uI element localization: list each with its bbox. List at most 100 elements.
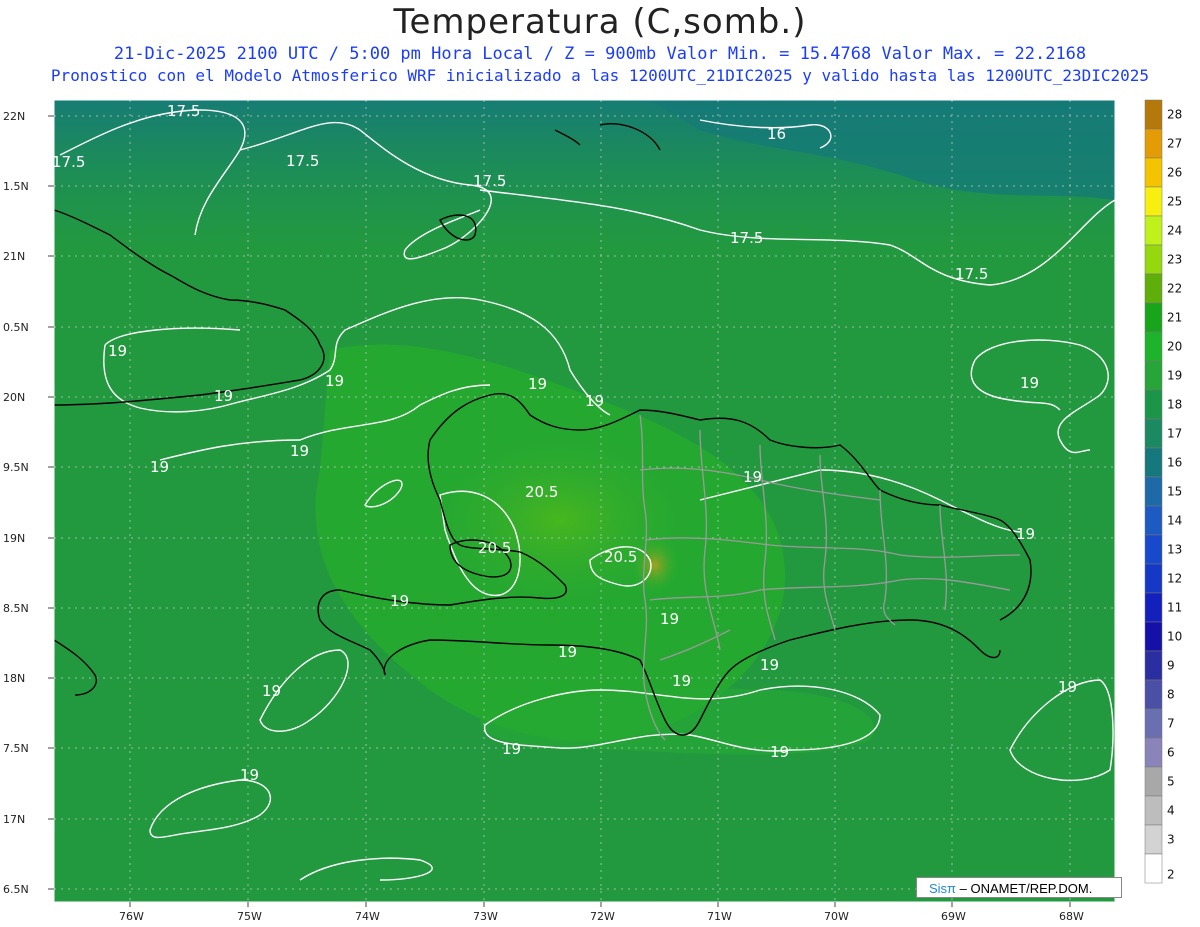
colorbar-label: 4 <box>1167 804 1175 818</box>
colorbar-label: 23 <box>1167 253 1182 267</box>
colorbar-label: 16 <box>1167 456 1182 470</box>
contour-label: 19 <box>240 766 259 784</box>
contour-label: 19 <box>660 610 679 628</box>
colorbar-label: 5 <box>1167 775 1175 789</box>
lat-label: 20N <box>3 391 25 404</box>
colorbar-swatch <box>1144 824 1163 855</box>
contour-label: 16 <box>767 125 786 143</box>
colorbar-label: 11 <box>1167 601 1182 615</box>
lon-label: 72W <box>590 910 615 923</box>
lon-label: 68W <box>1059 910 1084 923</box>
contour-label: 19 <box>760 656 779 674</box>
contour-label: 19 <box>1016 525 1035 543</box>
lon-label: 75W <box>237 910 262 923</box>
colorbar-label: 7 <box>1167 717 1175 731</box>
colorbar-swatch <box>1144 360 1163 391</box>
contour-label: 17.5 <box>730 229 763 247</box>
colorbar-label: 19 <box>1167 369 1182 383</box>
contour-label: 19 <box>214 387 233 405</box>
colorbar-label: 27 <box>1167 137 1182 151</box>
colorbar-swatch <box>1144 215 1163 246</box>
contour-label: 19 <box>1058 678 1077 696</box>
colorbar-label: 21 <box>1167 311 1182 325</box>
contour-label: 17.5 <box>286 152 319 170</box>
colorbar-swatch <box>1144 389 1163 420</box>
contour-label: 19 <box>585 392 604 410</box>
colorbar-label: 12 <box>1167 572 1182 586</box>
colorbar-label: 13 <box>1167 543 1182 557</box>
contour-label: 19 <box>290 442 309 460</box>
lat-label: 21N <box>3 250 25 263</box>
lat-label: 7.5N <box>3 742 29 755</box>
lat-label: 19N <box>3 532 25 545</box>
credit-text: – ONAMET/REP.DOM. <box>959 881 1093 896</box>
colorbar-label: 2 <box>1167 868 1175 882</box>
colorbar-swatch <box>1144 679 1163 710</box>
lat-label: 17N <box>3 813 25 826</box>
colorbar-swatch <box>1144 128 1163 159</box>
contour-label: 19 <box>672 672 691 690</box>
contour-label: 17.5 <box>955 265 988 283</box>
colorbar-swatch <box>1144 447 1163 478</box>
colorbar-swatch <box>1144 418 1163 449</box>
contour-label: 19 <box>1020 374 1039 392</box>
colorbar-swatch <box>1144 331 1163 362</box>
colorbar-swatch <box>1144 273 1163 304</box>
colorbar-label: 14 <box>1167 514 1182 528</box>
contour-label: 17.5 <box>52 153 85 171</box>
colorbar-label: 26 <box>1167 166 1182 180</box>
credit-box: Sisπ – ONAMET/REP.DOM. <box>916 877 1122 898</box>
colorbar-label: 3 <box>1167 833 1175 847</box>
contour-label: 19 <box>770 743 789 761</box>
colorbar-label: 28 <box>1167 108 1182 122</box>
lon-label: 71W <box>707 910 732 923</box>
lat-label: 8.5N <box>3 602 29 615</box>
lat-label: 0.5N <box>3 321 29 334</box>
contour-label: 20.5 <box>525 483 558 501</box>
lat-label: 18N <box>3 672 25 685</box>
contour-label: 19 <box>262 682 281 700</box>
colorbar-label: 6 <box>1167 746 1175 760</box>
contour-label: 20.5 <box>604 548 637 566</box>
sispi-logo-text: Sisπ <box>929 881 957 896</box>
colorbar-swatch <box>1144 534 1163 565</box>
colorbar-swatch <box>1144 650 1163 681</box>
contour-label: 19 <box>743 468 762 486</box>
colorbar-swatch <box>1144 244 1163 275</box>
lon-label: 73W <box>473 910 498 923</box>
colorbar-swatch <box>1144 99 1163 130</box>
longitude-axis: 76W 75W 74W 73W 72W 71W 70W 69W 68W <box>119 902 1084 923</box>
colorbar-label: 9 <box>1167 659 1175 673</box>
contour-label: 20.5 <box>478 539 511 557</box>
contour-label: 19 <box>502 740 521 758</box>
lat-label: 6.5N <box>3 883 29 896</box>
contour-label: 19 <box>150 458 169 476</box>
lat-label: 22N <box>3 110 25 123</box>
lat-label: 1.5N <box>3 180 29 193</box>
temperature-map: 17.5 17.5 17.5 17.5 17.5 17.5 16 19 19 1… <box>3 99 1182 923</box>
colorbar-swatch <box>1144 302 1163 333</box>
colorbar-label: 20 <box>1167 340 1182 354</box>
colorbar-label: 10 <box>1167 630 1182 644</box>
contour-label: 19 <box>108 342 127 360</box>
colorbar-label: 24 <box>1167 224 1182 238</box>
lon-label: 76W <box>119 910 144 923</box>
lat-label: 9.5N <box>3 461 29 474</box>
colorbar-swatch <box>1144 592 1163 623</box>
lon-label: 74W <box>355 910 380 923</box>
colorbar-swatch <box>1144 563 1163 594</box>
colorbar-swatch <box>1144 708 1163 739</box>
contour-label: 19 <box>528 375 547 393</box>
colorbar-swatch <box>1144 795 1163 826</box>
lon-label: 69W <box>941 910 966 923</box>
lon-label: 70W <box>824 910 849 923</box>
colorbar-label: 17 <box>1167 427 1182 441</box>
colorbar: 2827262524232221201918171615141312111098… <box>1144 99 1182 884</box>
colorbar-swatch <box>1144 476 1163 507</box>
colorbar-swatch <box>1144 853 1163 884</box>
colorbar-label: 15 <box>1167 485 1182 499</box>
contour-label: 17.5 <box>473 172 506 190</box>
colorbar-swatch <box>1144 505 1163 536</box>
colorbar-label: 18 <box>1167 398 1182 412</box>
colorbar-swatch <box>1144 157 1163 188</box>
